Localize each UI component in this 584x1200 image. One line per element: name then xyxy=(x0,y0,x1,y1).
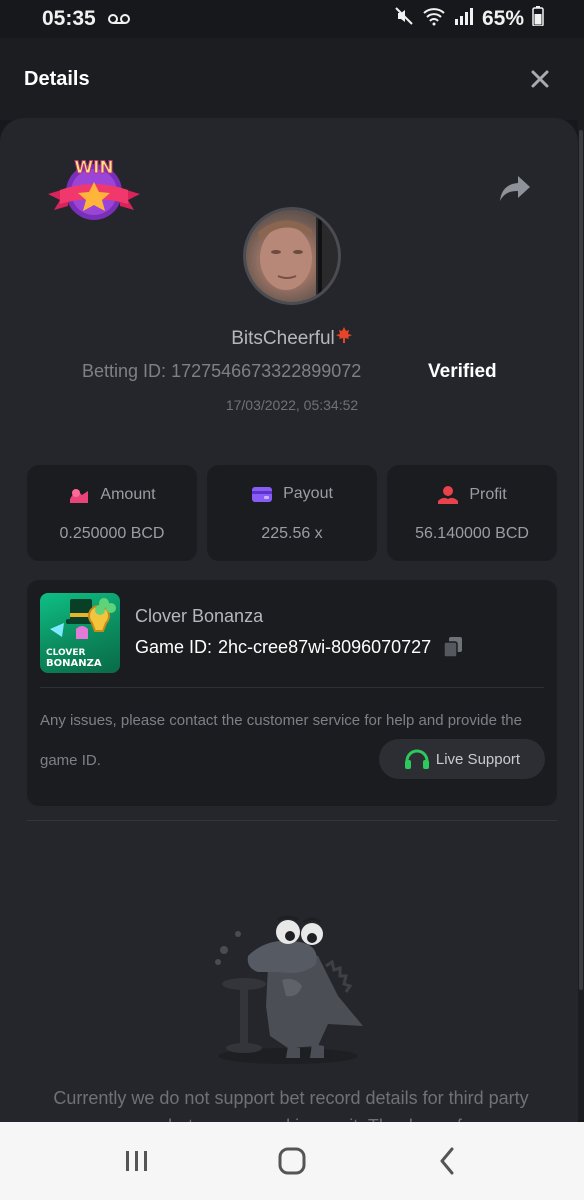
signal-icon xyxy=(454,7,474,31)
wifi-icon xyxy=(422,6,446,32)
win-badge: WIN xyxy=(46,154,142,224)
battery-icon xyxy=(532,6,544,32)
game-thumb-line2: BONANZA xyxy=(46,658,102,669)
stat-card-amount: Amount 0.250000 BCD xyxy=(27,465,197,561)
game-thumbnail[interactable]: CLOVER BONANZA xyxy=(40,593,120,673)
voicemail-icon xyxy=(107,7,130,31)
live-support-label: Live Support xyxy=(435,750,521,768)
stat-label-amount: Amount xyxy=(100,486,156,503)
verified-badge: Verified xyxy=(428,361,497,382)
username-text: BitsCheerful xyxy=(231,328,335,349)
close-icon xyxy=(531,70,549,88)
close-button[interactable] xyxy=(526,65,554,93)
stat-value-amount: 0.250000 BCD xyxy=(59,525,165,542)
recent-apps-button[interactable] xyxy=(107,1136,167,1186)
third-party-notice: Currently we do not support bet record d… xyxy=(53,1088,529,1122)
system-nav-bar xyxy=(0,1122,584,1200)
dinosaur-mascot-illustration xyxy=(208,906,378,1066)
stat-label-payout: Payout xyxy=(283,485,333,502)
stat-value-profit: 56.140000 BCD xyxy=(415,525,529,542)
betting-id-label: Betting ID: xyxy=(82,361,167,381)
back-icon xyxy=(440,1147,454,1175)
stat-value-payout: 225.56 x xyxy=(261,525,323,542)
game-id: Game ID: 2hc-cree87wi-8096070727 xyxy=(135,636,463,658)
game-id-label: Game ID: xyxy=(135,636,213,657)
page-title: Details xyxy=(24,67,90,90)
status-bar: 05:35 65% xyxy=(0,0,584,38)
scrollbar-thumb[interactable] xyxy=(579,130,583,990)
username: BitsCheerful xyxy=(0,326,578,350)
home-button[interactable] xyxy=(262,1136,322,1186)
win-badge-text: WIN xyxy=(74,158,113,178)
profit-icon xyxy=(438,486,459,504)
back-button[interactable] xyxy=(417,1136,477,1186)
status-time: 05:35 xyxy=(42,7,96,30)
stat-label-profit: Profit xyxy=(469,486,507,503)
details-panel: WIN BitsCheerful Betting ID: 17275466733… xyxy=(0,118,578,1122)
betting-id-value: 1727546673322899072 xyxy=(171,361,362,381)
game-name[interactable]: Clover Bonanza xyxy=(135,606,263,627)
maple-leaf-icon xyxy=(335,327,353,349)
mute-icon xyxy=(394,6,414,32)
amount-icon xyxy=(70,489,89,503)
battery-level: 65% xyxy=(481,7,524,30)
section-divider xyxy=(27,820,557,821)
wallet-icon xyxy=(252,487,273,502)
share-icon xyxy=(500,176,530,201)
bet-datetime: 17/03/2022, 05:34:52 xyxy=(225,397,359,413)
copy-button[interactable] xyxy=(443,636,463,658)
share-button[interactable] xyxy=(498,174,532,204)
copy-icon xyxy=(443,637,463,658)
stat-card-profit: Profit 56.140000 BCD xyxy=(387,465,557,561)
game-card: CLOVER BONANZA Clover Bonanza Game ID: 2h… xyxy=(27,580,557,806)
recent-apps-icon xyxy=(126,1151,148,1171)
game-id-value: 2hc-cree87wi-8096070727 xyxy=(218,636,432,657)
details-header: Details xyxy=(0,38,584,120)
game-thumb-line1: CLOVER xyxy=(46,648,86,658)
betting-id: Betting ID: 1727546673322899072 xyxy=(82,361,361,382)
game-card-divider xyxy=(40,687,544,688)
home-icon xyxy=(278,1147,306,1175)
stat-card-payout: Payout 225.56 x xyxy=(207,465,377,561)
headset-icon xyxy=(404,749,429,769)
avatar xyxy=(243,207,341,305)
live-support-button[interactable]: Live Support xyxy=(379,739,545,779)
